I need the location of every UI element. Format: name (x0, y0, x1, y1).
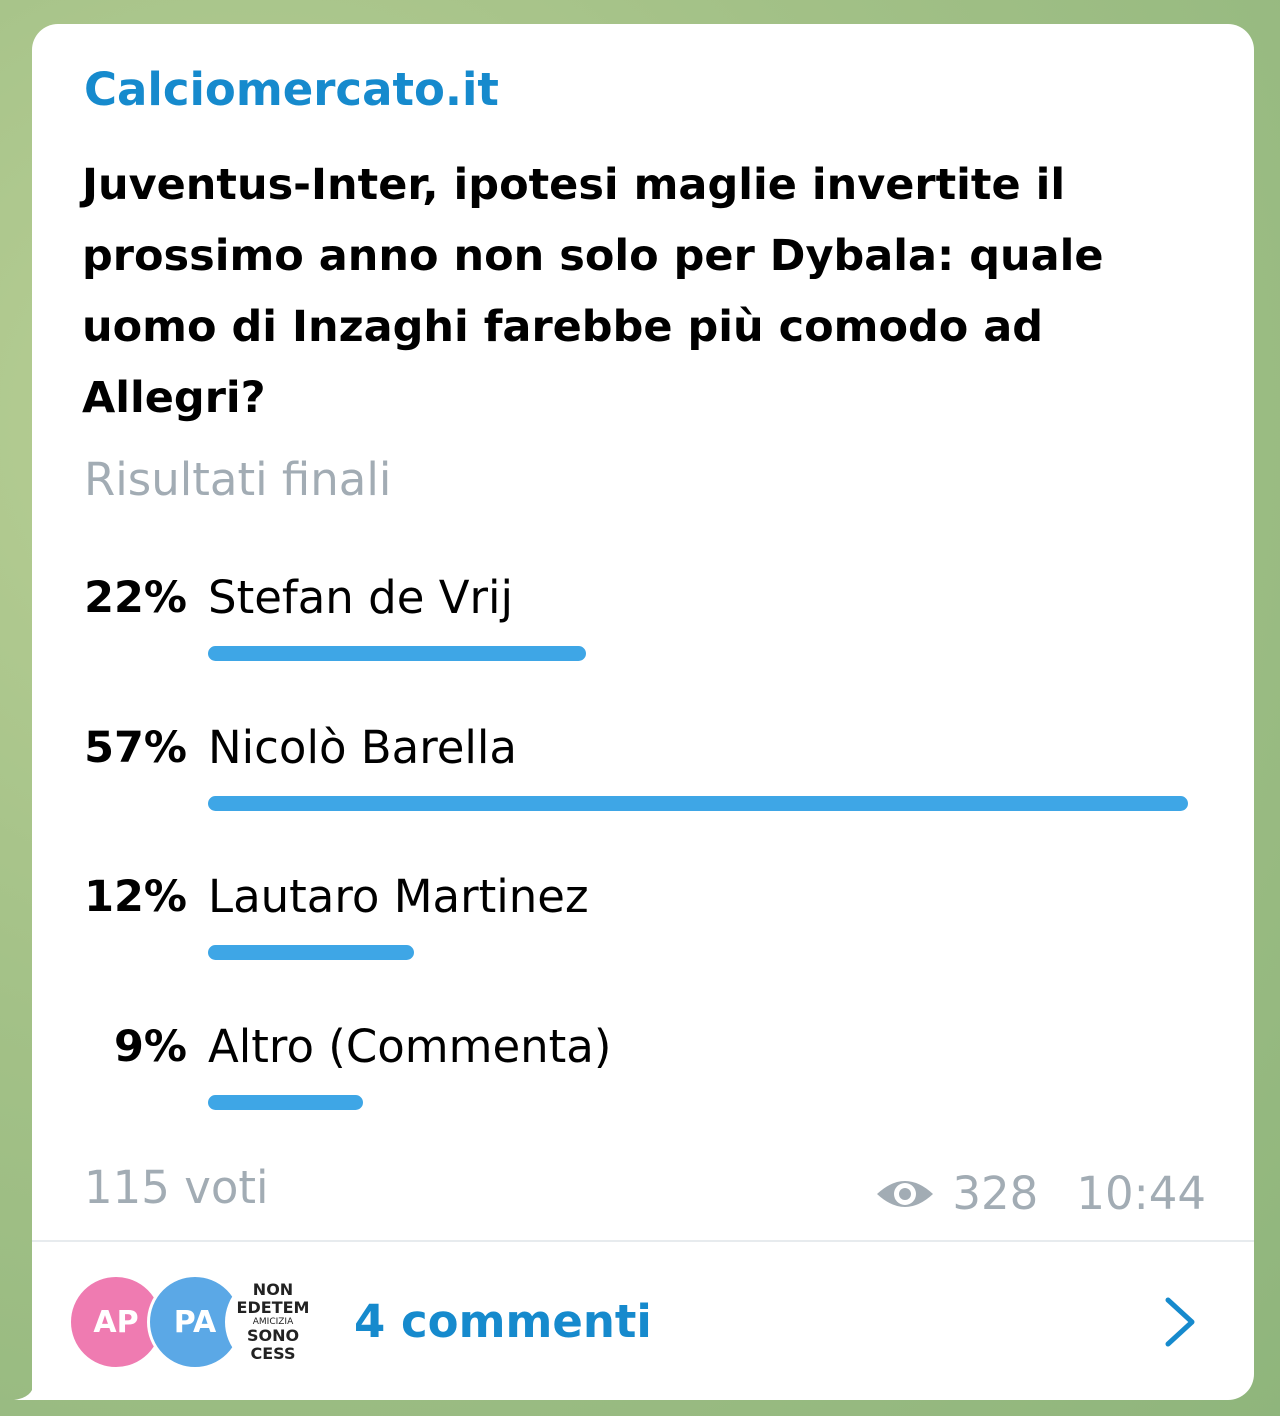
option-percent: 57% (84, 723, 187, 773)
channel-name[interactable]: Calciomercato.it (84, 64, 499, 116)
poll-option: 57% Nicolò Barella (32, 720, 1254, 850)
option-result-bar (208, 796, 1188, 811)
option-label: Altro (Commenta) (208, 1020, 612, 1073)
option-percent: 9% (113, 1022, 187, 1072)
message-time: 10:44 (1076, 1167, 1206, 1220)
avatar: NON EDETEM AMICIZIA SONO CESS (225, 1274, 321, 1370)
option-label: Stefan de Vrij (208, 571, 513, 624)
poll-message-bubble: Calciomercato.it Juventus-Inter, ipotesi… (32, 24, 1254, 1400)
option-percent: 12% (84, 872, 187, 922)
option-label: Nicolò Barella (208, 721, 518, 774)
option-percent: 22% (84, 573, 187, 623)
option-result-bar (208, 1095, 363, 1110)
message-meta: 328 10:44 (874, 1166, 1206, 1222)
poll-status: Risultati finali (84, 453, 392, 506)
eye-icon (877, 1181, 934, 1207)
poll-option: 22% Stefan de Vrij (32, 570, 1254, 700)
chevron-right-icon[interactable] (1160, 1294, 1200, 1350)
comments-divider (32, 1240, 1254, 1242)
option-label: Lautaro Martinez (208, 870, 589, 923)
option-result-bar (208, 646, 586, 661)
poll-option: 12% Lautaro Martinez (32, 869, 1254, 999)
view-count: 328 (952, 1167, 1039, 1220)
option-result-bar (208, 945, 414, 960)
comments-link[interactable]: 4 commenti (354, 1292, 652, 1352)
poll-question: Juventus-Inter, ipotesi maglie invertite… (82, 160, 1104, 423)
poll-option: 9% Altro (Commenta) (32, 1019, 1254, 1149)
vote-count: 115 voti (84, 1161, 269, 1214)
